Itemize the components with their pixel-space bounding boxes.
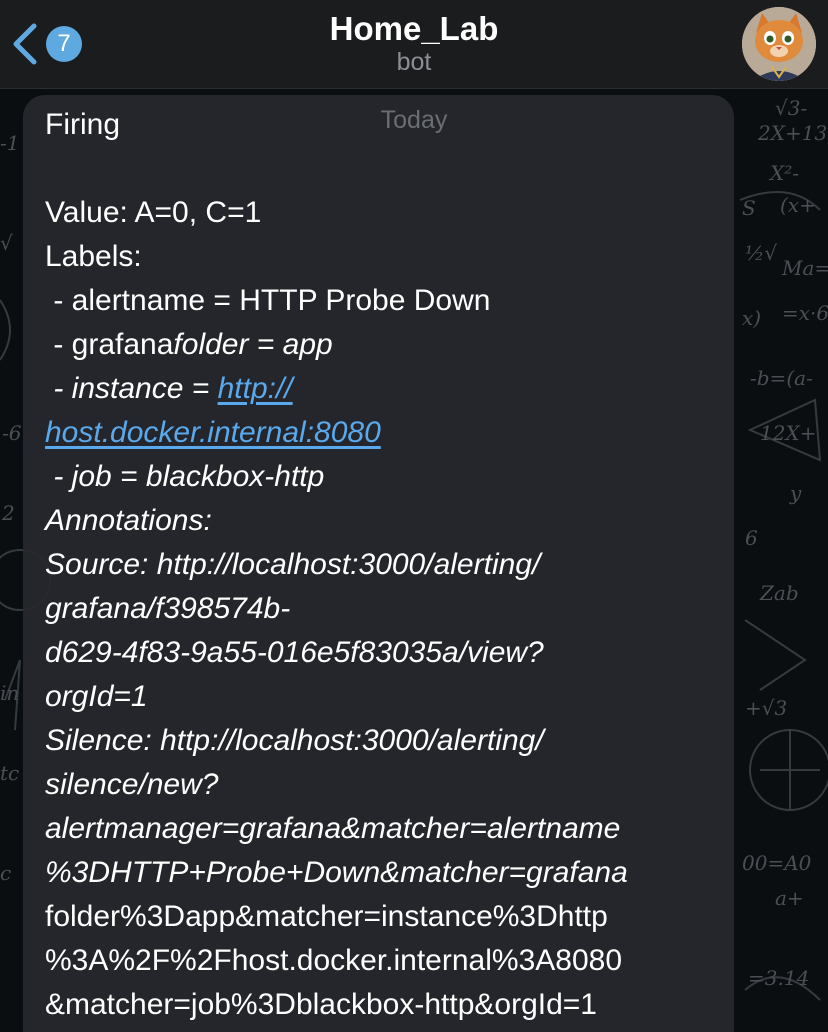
svg-text:-6: -6 [2, 421, 22, 445]
svg-text:(x+: (x+ [780, 193, 816, 217]
svg-text:Zab: Zab [759, 581, 799, 605]
date-label: Today [380, 106, 448, 134]
chat-screen: √3- 2X+13 X²- S (x+ ½√ Ma= x) =x·6 -b=(a… [0, 0, 828, 1032]
svg-text:tc: tc [0, 761, 19, 785]
chat-header: 7 Home_Lab bot [0, 0, 828, 89]
svg-text:c: c [0, 861, 11, 885]
svg-text:6: 6 [745, 526, 758, 550]
svg-text:a+: a+ [775, 886, 804, 910]
label-instance-prefix: - instance = [45, 372, 218, 405]
annotation-silence-line: &matcher=job%3Dblackbox-http&orgId=1 [45, 988, 597, 1021]
alert-value: Value: A=0, C=1 [45, 196, 262, 229]
alert-status: Firing [45, 108, 121, 141]
svg-text:-b=(a-: -b=(a- [750, 366, 813, 390]
svg-text:Ma=: Ma= [781, 256, 828, 280]
instance-link[interactable]: http:// [218, 372, 293, 405]
svg-text:½√: ½√ [745, 241, 777, 265]
svg-text:12X+: 12X+ [760, 421, 816, 445]
annotation-silence-line: %3DHTTP+Probe+Down&matcher=grafana [45, 856, 628, 889]
label-instance: - instance = http:// [45, 372, 293, 406]
svg-text:+√3: +√3 [745, 696, 787, 720]
svg-text:X²-: X²- [768, 161, 799, 185]
svg-text:in: in [0, 681, 19, 705]
cat-avatar-icon [742, 7, 816, 81]
annotation-source-line: d629-4f83-9a55-016e5f83035a/view? [45, 636, 544, 669]
instance-link-continued[interactable]: host.docker.internal:8080 [45, 416, 381, 450]
svg-text:2: 2 [1, 501, 15, 525]
annotation-silence-line: folder%3Dapp&matcher=instance%3Dhttp [45, 900, 608, 933]
annotation-source-line: grafana/f398574b- [45, 592, 291, 625]
labels-heading: Labels: [45, 240, 142, 273]
chat-subtitle: bot [396, 48, 432, 76]
label-grafana-folder: - grafanafolder = app [45, 328, 333, 362]
label-grafana-folder-prefix: - grafana [45, 328, 174, 361]
svg-text:√: √ [0, 231, 13, 255]
svg-text:=3.14: =3.14 [748, 966, 809, 990]
svg-text:y: y [789, 481, 802, 505]
annotation-source-line: orgId=1 [45, 680, 148, 713]
label-grafana-folder-suffix: folder = app [173, 328, 333, 361]
annotation-silence-line: %3A%2F%2Fhost.docker.internal%3A8080 [45, 944, 623, 977]
svg-text:S: S [742, 196, 756, 220]
label-alertname: - alertname = HTTP Probe Down [45, 284, 491, 317]
annotation-silence-line: Silence: http://localhost:3000/alerting/ [45, 724, 544, 757]
svg-text:x): x) [742, 306, 761, 330]
annotation-source-line: Source: http://localhost:3000/alerting/ [45, 548, 541, 581]
bot-avatar[interactable] [742, 7, 816, 81]
svg-text:=x·6: =x·6 [782, 301, 828, 325]
annotation-silence-line: silence/new? [45, 768, 219, 801]
label-job: - job = blackbox-http [45, 460, 325, 493]
svg-text:00=A0: 00=A0 [742, 851, 812, 875]
annotation-silence-line: alertmanager=grafana&matcher=alertname [45, 812, 621, 845]
annotations-heading: Annotations: [45, 504, 212, 537]
chat-title[interactable]: Home_Lab [0, 10, 828, 48]
